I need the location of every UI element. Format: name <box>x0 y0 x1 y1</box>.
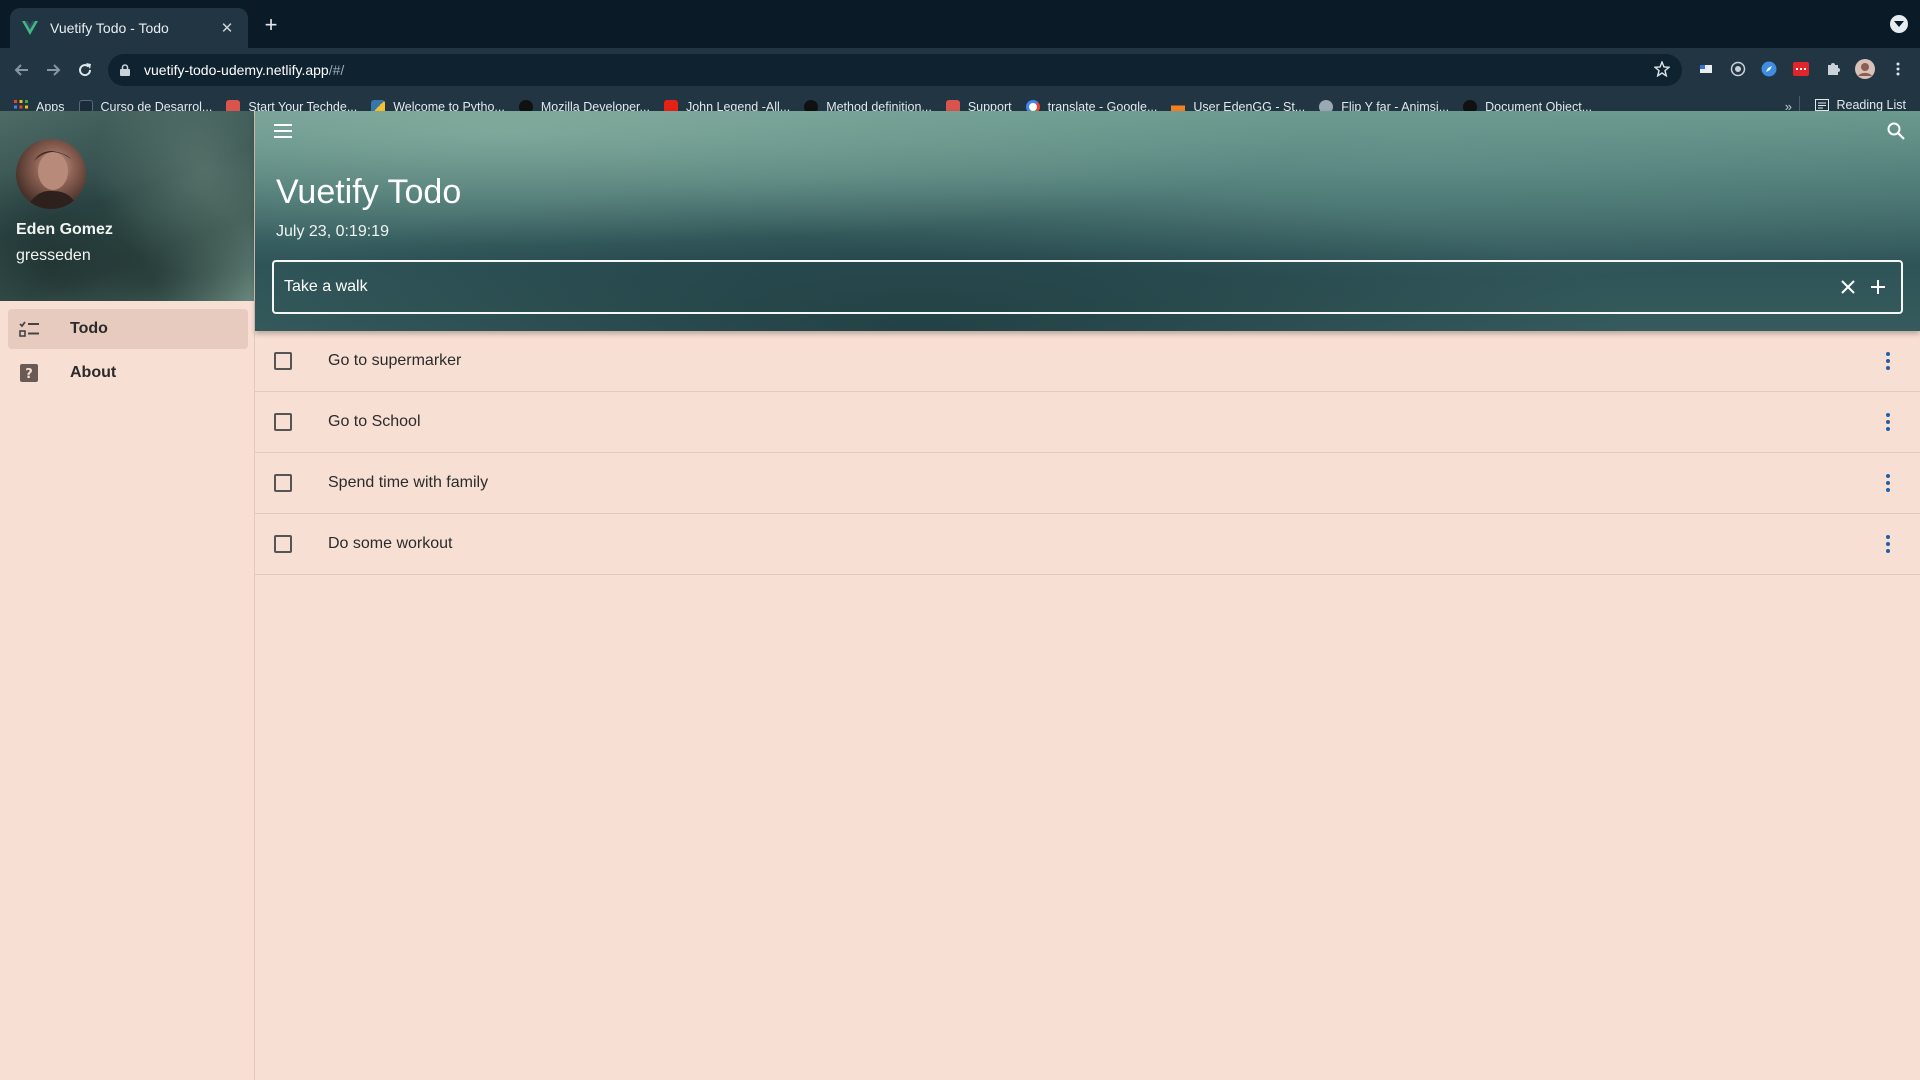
add-todo-input[interactable] <box>284 278 1835 296</box>
user-name: Eden Gomez <box>16 221 113 238</box>
bookmark-star-icon[interactable] <box>1653 60 1671 80</box>
add-todo-field <box>272 260 1903 314</box>
user-handle: gresseden <box>16 247 91 264</box>
tab-title: Vuetify Todo - Todo <box>50 20 169 36</box>
address-bar[interactable]: vuetify-todo-udemy.netlify.app/#/ <box>108 54 1682 86</box>
live-date: July 23, 0:19:19 <box>276 223 389 240</box>
todo-row[interactable]: Spend time with family <box>255 453 1920 514</box>
todo-row[interactable]: Go to School <box>255 392 1920 453</box>
todo-checkbox[interactable] <box>274 352 292 370</box>
tab-close-icon[interactable]: ✕ <box>218 19 236 37</box>
page-title: Vuetify Todo <box>276 173 462 211</box>
drawer-header: Eden Gomez gresseden <box>0 111 254 301</box>
hamburger-menu-icon[interactable] <box>269 117 297 145</box>
navigation-drawer: Eden Gomez gresseden Todo ? About <box>0 111 255 1080</box>
todo-row[interactable]: Go to supermarker <box>255 331 1920 392</box>
browser-menu-icon[interactable] <box>1888 59 1908 79</box>
todo-checkbox[interactable] <box>274 535 292 553</box>
todo-title: Go to School <box>328 413 421 430</box>
reload-icon[interactable] <box>73 58 97 82</box>
svg-text:?: ? <box>25 367 33 382</box>
reading-list-button[interactable]: Reading List <box>1798 96 1907 116</box>
search-icon[interactable] <box>1882 117 1910 145</box>
reading-list-icon <box>1814 99 1829 111</box>
app-bar: Vuetify Todo July 23, 0:19:19 <box>255 111 1920 331</box>
add-icon[interactable] <box>1865 274 1891 300</box>
lock-icon <box>120 64 134 76</box>
todo-checkbox[interactable] <box>274 413 292 431</box>
forward-arrow-icon[interactable] <box>41 58 65 82</box>
url-path: /#/ <box>328 62 345 78</box>
extensions-puzzle-icon[interactable] <box>1823 59 1843 79</box>
browser-toolbar: vuetify-todo-udemy.netlify.app/#/ <box>0 48 1920 92</box>
dots-vertical-icon[interactable] <box>1882 409 1894 435</box>
profile-avatar-icon[interactable] <box>1855 59 1875 79</box>
todo-row[interactable]: Do some workout <box>255 514 1920 575</box>
format-list-checks-icon <box>18 318 40 340</box>
todo-title: Do some workout <box>328 535 453 552</box>
reading-list-label: Reading List <box>1836 98 1907 112</box>
sidebar-item-label: About <box>70 364 117 381</box>
dots-vertical-icon[interactable] <box>1882 531 1894 557</box>
app-root: Eden Gomez gresseden Todo ? About Vuetif… <box>0 111 1920 1080</box>
sidebar-item-label: Todo <box>70 320 108 337</box>
help-box-icon: ? <box>18 362 40 384</box>
todo-title: Go to supermarker <box>328 352 462 369</box>
todo-list: Go to supermarker Go to School Spend tim… <box>255 331 1920 575</box>
extension-red-icon[interactable] <box>1791 59 1811 79</box>
url-host: vuetify-todo-udemy.netlify.app <box>144 62 329 78</box>
vue-logo-icon <box>22 20 38 36</box>
todo-title: Spend time with family <box>328 474 489 491</box>
dots-vertical-icon[interactable] <box>1882 470 1894 496</box>
back-arrow-icon[interactable] <box>10 58 34 82</box>
dots-vertical-icon[interactable] <box>1882 348 1894 374</box>
drawer-nav-list: Todo ? About <box>8 309 248 397</box>
new-tab-icon[interactable]: + <box>258 12 284 38</box>
tab-search-icon[interactable] <box>1890 15 1908 33</box>
browser-tab[interactable]: Vuetify Todo - Todo ✕ <box>10 8 248 48</box>
sidebar-item-about[interactable]: ? About <box>8 353 248 393</box>
extension-flag-icon[interactable] <box>1696 59 1716 79</box>
extension-compass-icon[interactable] <box>1759 59 1779 79</box>
browser-tab-strip: Vuetify Todo - Todo ✕ + <box>0 0 1920 48</box>
extension-target-icon[interactable] <box>1728 59 1748 79</box>
clear-icon[interactable] <box>1835 274 1861 300</box>
sidebar-item-todo[interactable]: Todo <box>8 309 248 349</box>
todo-checkbox[interactable] <box>274 474 292 492</box>
avatar <box>16 139 86 209</box>
